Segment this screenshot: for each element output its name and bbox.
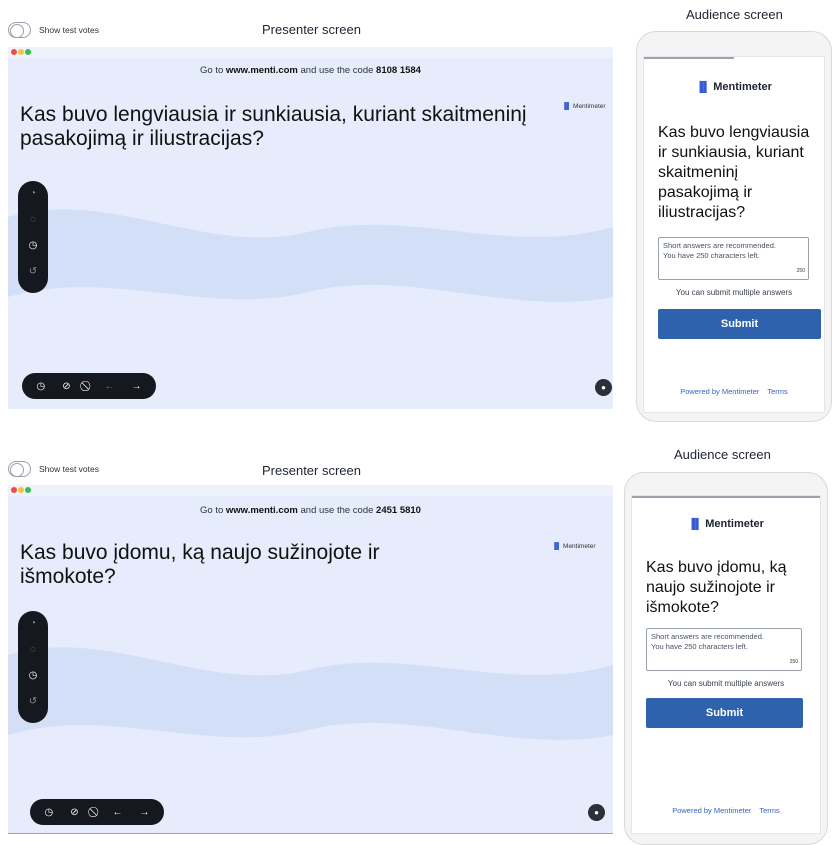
presenter-screen-title: Presenter screen bbox=[262, 22, 361, 37]
presenter-question: Kas buvo įdomu, ką naujo sužinojote ir i… bbox=[20, 541, 380, 588]
presenter-brand: ▐▌ Mentimeter bbox=[562, 103, 606, 110]
presenter-brand-label: Mentimeter bbox=[573, 103, 606, 110]
window-bar bbox=[8, 485, 613, 496]
history-icon[interactable]: ↺ bbox=[18, 265, 48, 279]
bar-chart-icon: ▐▌ bbox=[696, 82, 711, 93]
close-dot-icon bbox=[11, 49, 17, 55]
presenter-brand: ▐▌ Mentimeter bbox=[552, 543, 596, 550]
char-count: 250 bbox=[796, 268, 805, 274]
audience-footer: Powered by Mentimeter Terms bbox=[632, 806, 820, 815]
side-toolbar: ◔ ◌ ◷ ↺ bbox=[18, 181, 48, 293]
hide-results-icon[interactable]: ⊘ bbox=[62, 381, 70, 392]
window-bar bbox=[8, 47, 613, 58]
audience-brand-label: Mentimeter bbox=[713, 81, 772, 93]
answer-hint-line1: Short answers are recommended. bbox=[651, 632, 764, 641]
user-icon[interactable]: ● bbox=[595, 379, 612, 396]
bar-chart-icon: ▐▌ bbox=[562, 103, 572, 110]
audience-question: Kas buvo lengviausia ir sunkiausia, kuri… bbox=[658, 124, 810, 221]
timer-icon[interactable]: ◷ bbox=[36, 381, 45, 392]
close-dot-icon bbox=[11, 487, 17, 493]
arrow-right-icon[interactable]: → bbox=[131, 381, 141, 392]
menti-url: www.menti.com bbox=[225, 65, 298, 76]
toggle-switch[interactable] bbox=[8, 461, 31, 477]
bar-chart-icon: ▐▌ bbox=[552, 543, 562, 550]
reactions-icon[interactable]: ◔ bbox=[18, 617, 48, 631]
audience-footer: Powered by Mentimeter Terms bbox=[644, 387, 824, 396]
join-prefix: Go to bbox=[200, 65, 226, 76]
audience-brand: ▐▌ Mentimeter bbox=[632, 518, 820, 530]
background-wave bbox=[8, 647, 613, 740]
answer-input[interactable]: Short answers are recommended. You have … bbox=[646, 628, 802, 671]
audience-brand-label: Mentimeter bbox=[705, 518, 764, 530]
answer-hint-line2: You have 250 characters left. bbox=[651, 642, 748, 651]
hide-results-icon[interactable]: ⊘ bbox=[70, 807, 78, 818]
minimize-dot-icon bbox=[18, 49, 24, 55]
bottom-divider bbox=[8, 833, 613, 834]
join-code: 2451 5810 bbox=[376, 505, 421, 516]
phone-top-line bbox=[644, 57, 734, 59]
panel-slide-2: Show test votes Presenter screen Audienc… bbox=[0, 423, 835, 845]
arrow-left-icon[interactable]: ← bbox=[113, 807, 123, 818]
audience-screen-title: Audience screen bbox=[686, 7, 783, 22]
bottom-toolbar: ◷ ⊘ ⃠ ← → bbox=[30, 799, 164, 825]
answer-hint-line2: You have 250 characters left. bbox=[663, 251, 760, 260]
timer-icon[interactable]: ◷ bbox=[44, 807, 53, 818]
minimize-dot-icon bbox=[18, 487, 24, 493]
answer-hint-line1: Short answers are recommended. bbox=[663, 241, 776, 250]
bottom-toolbar: ◷ ⊘ ⃠ ← → bbox=[22, 373, 156, 399]
toggle-switch[interactable] bbox=[8, 22, 31, 38]
audience-screen: ▐▌ Mentimeter Kas buvo lengviausia ir su… bbox=[643, 56, 825, 413]
timer-icon[interactable]: ◷ bbox=[18, 239, 48, 253]
powered-by-link[interactable]: Powered by Mentimeter bbox=[672, 806, 751, 815]
join-instructions: Go to www.menti.com and use the code 245… bbox=[8, 505, 613, 516]
presenter-question: Kas buvo lengviausia ir sunkiausia, kuri… bbox=[20, 103, 527, 150]
presenter-screen-title: Presenter screen bbox=[262, 463, 361, 478]
q-and-a-icon[interactable]: ◌ bbox=[18, 643, 48, 657]
join-middle: and use the code bbox=[297, 505, 377, 516]
presenter-screen: Go to www.menti.com and use the code 245… bbox=[8, 485, 613, 833]
show-test-votes-label: Show test votes bbox=[39, 25, 100, 35]
presenter-screen: Go to www.menti.com and use the code 810… bbox=[8, 47, 613, 409]
answer-input[interactable]: Short answers are recommended. You have … bbox=[658, 237, 809, 280]
submit-button[interactable]: Submit bbox=[646, 698, 803, 728]
reactions-icon[interactable]: ◔ bbox=[18, 187, 48, 201]
menti-url: www.menti.com bbox=[225, 505, 298, 516]
show-test-votes-toggle[interactable]: Show test votes bbox=[8, 22, 99, 38]
presenter-brand-label: Mentimeter bbox=[563, 543, 596, 550]
maximize-dot-icon bbox=[25, 49, 31, 55]
audience-screen: ▐▌ Mentimeter Kas buvo įdomu, ką naujo s… bbox=[631, 495, 821, 834]
terms-link[interactable]: Terms bbox=[759, 806, 779, 815]
audience-phone: ▐▌ Mentimeter Kas buvo lengviausia ir su… bbox=[636, 31, 832, 422]
history-icon[interactable]: ↺ bbox=[18, 695, 48, 709]
powered-by-link[interactable]: Powered by Mentimeter bbox=[680, 387, 759, 396]
bar-chart-icon: ▐▌ bbox=[688, 519, 703, 530]
join-middle: and use the code bbox=[297, 65, 377, 76]
arrow-right-icon[interactable]: → bbox=[139, 807, 149, 818]
side-toolbar: ◔ ◌ ◷ ↺ bbox=[18, 611, 48, 723]
show-test-votes-label: Show test votes bbox=[39, 464, 100, 474]
submit-button[interactable]: Submit bbox=[658, 309, 821, 339]
audience-screen-title: Audience screen bbox=[674, 447, 771, 462]
audience-question: Kas buvo įdomu, ką naujo sužinojote ir i… bbox=[646, 559, 787, 616]
join-code: 8108 1584 bbox=[376, 65, 421, 76]
audience-phone: ▐▌ Mentimeter Kas buvo įdomu, ką naujo s… bbox=[624, 472, 828, 845]
multi-answer-note: You can submit multiple answers bbox=[667, 679, 785, 688]
phone-top-line bbox=[632, 496, 820, 498]
maximize-dot-icon bbox=[25, 487, 31, 493]
join-prefix: Go to bbox=[200, 505, 226, 516]
user-icon[interactable]: ● bbox=[588, 804, 605, 821]
arrow-left-icon[interactable]: ← bbox=[105, 381, 115, 392]
panel-slide-1: Show test votes Presenter screen Audienc… bbox=[0, 0, 835, 422]
background-wave bbox=[8, 209, 613, 302]
terms-link[interactable]: Terms bbox=[767, 387, 787, 396]
audience-brand: ▐▌ Mentimeter bbox=[644, 81, 824, 93]
q-and-a-icon[interactable]: ◌ bbox=[18, 213, 48, 227]
char-count: 250 bbox=[789, 659, 798, 665]
show-test-votes-toggle[interactable]: Show test votes bbox=[8, 461, 99, 477]
timer-icon[interactable]: ◷ bbox=[18, 669, 48, 683]
join-instructions: Go to www.menti.com and use the code 810… bbox=[8, 65, 613, 76]
multi-answer-note: You can submit multiple answers bbox=[675, 288, 793, 297]
